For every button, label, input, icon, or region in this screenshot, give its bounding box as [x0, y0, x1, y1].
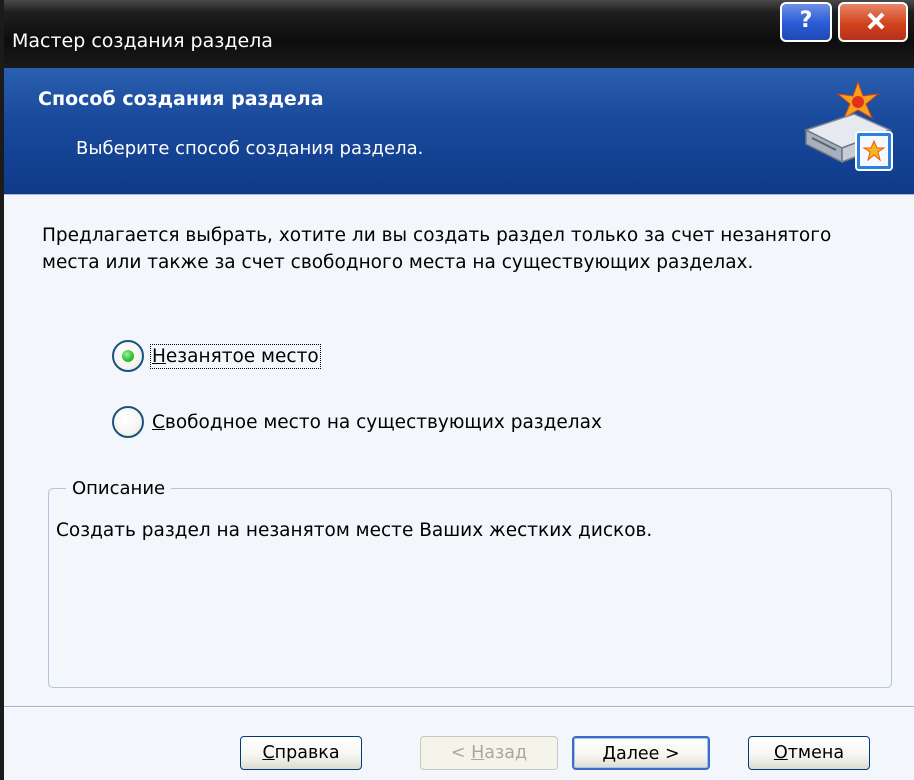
radio-label-unallocated[interactable]: Незанятое место	[150, 343, 321, 369]
radio-unallocated[interactable]: Незанятое место	[112, 338, 321, 374]
intro-text: Предлагается выбрать, хотите ли вы созда…	[42, 225, 832, 273]
radio-button-unchecked[interactable]	[112, 406, 144, 438]
button-separator	[4, 706, 914, 708]
close-button[interactable]	[838, 2, 908, 42]
radio-label-free-space[interactable]: Свободное место на существующих разделах	[152, 412, 602, 433]
radio-button-checked[interactable]	[112, 340, 144, 372]
radio-free-space[interactable]: Свободное место на существующих разделах	[112, 404, 602, 440]
page-subtitle: Выберите способ создания раздела.	[76, 138, 424, 159]
wizard-header: Способ создания раздела Выберите способ …	[4, 68, 914, 195]
description-group	[48, 488, 892, 688]
description-legend: Описание	[66, 478, 172, 499]
description-text: Создать раздел на незанятом месте Ваших …	[56, 520, 653, 541]
help-dialog-button[interactable]: Справка	[240, 736, 362, 770]
wizard-window: Мастер создания раздела ? Способ создани…	[0, 0, 914, 780]
page-title: Способ создания раздела	[38, 88, 324, 110]
title-bar[interactable]: Мастер создания раздела ?	[4, 0, 914, 68]
back-button[interactable]: < Назад	[420, 736, 558, 770]
disk-wizard-icon	[804, 80, 893, 171]
help-icon: ?	[799, 8, 813, 33]
help-button[interactable]: ?	[780, 2, 832, 42]
window-title: Мастер создания раздела	[12, 30, 273, 52]
cancel-button[interactable]: Отмена	[748, 736, 870, 770]
next-button[interactable]: Далее >	[572, 736, 710, 770]
